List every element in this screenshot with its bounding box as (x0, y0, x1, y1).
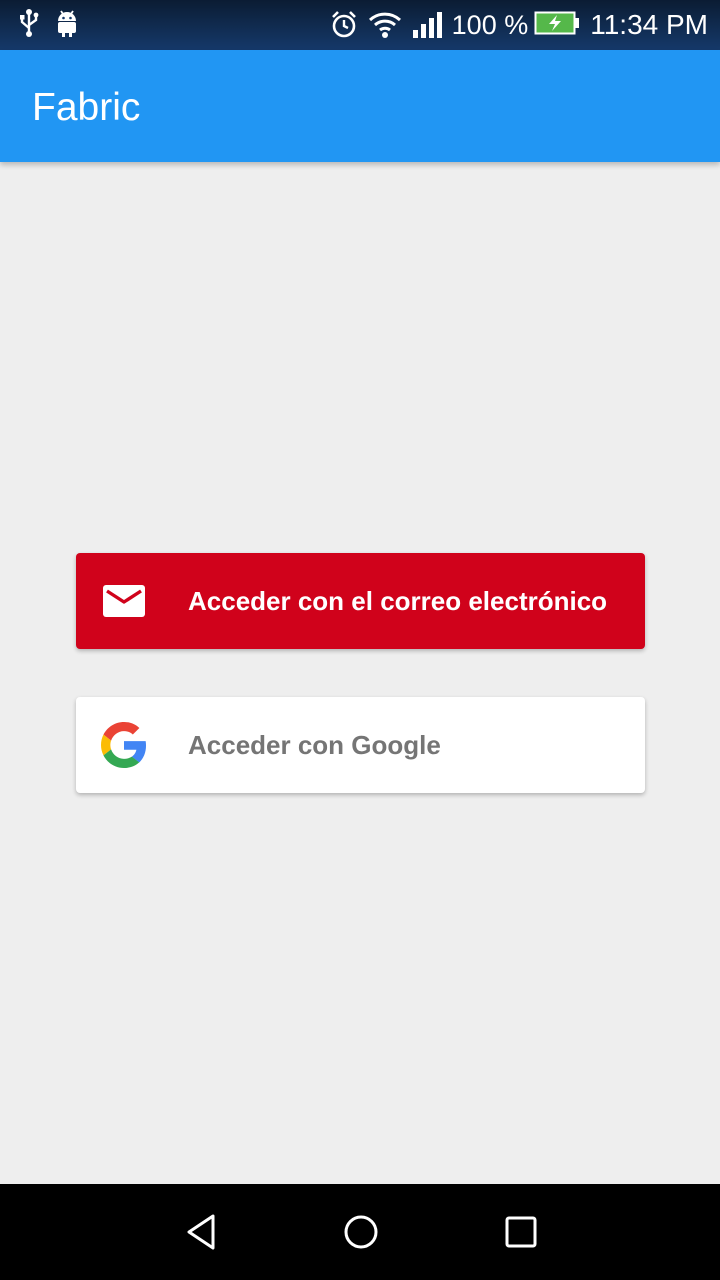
home-icon[interactable] (337, 1208, 385, 1256)
battery-percentage: 100 % (451, 9, 529, 40)
android-debug-icon (54, 8, 80, 43)
google-logo-icon (100, 721, 148, 769)
email-sign-in-label: Acceder con el correo electrónico (188, 586, 608, 616)
recents-icon[interactable] (497, 1208, 545, 1256)
email-sign-in-button[interactable]: Acceder con el correo electrónico (76, 553, 645, 649)
google-sign-in-label: Acceder con Google (188, 730, 441, 760)
wifi-icon (368, 11, 402, 39)
alarm-icon (330, 10, 358, 40)
app-title: Fabric (32, 86, 141, 129)
status-bar: 100 % 11:34 PM (0, 0, 720, 50)
signal-icon (412, 12, 442, 38)
app-bar: Fabric (0, 50, 720, 162)
mail-icon (100, 577, 148, 625)
status-left-icons (18, 8, 80, 43)
status-right-icons: 100 % 11:34 PM (330, 8, 708, 42)
back-icon[interactable] (177, 1208, 225, 1256)
clock: 11:34 PM (590, 9, 708, 40)
battery-charging-icon (534, 11, 580, 40)
navigation-bar (0, 1184, 720, 1280)
google-sign-in-button[interactable]: Acceder con Google (76, 697, 645, 793)
usb-icon (18, 8, 40, 43)
